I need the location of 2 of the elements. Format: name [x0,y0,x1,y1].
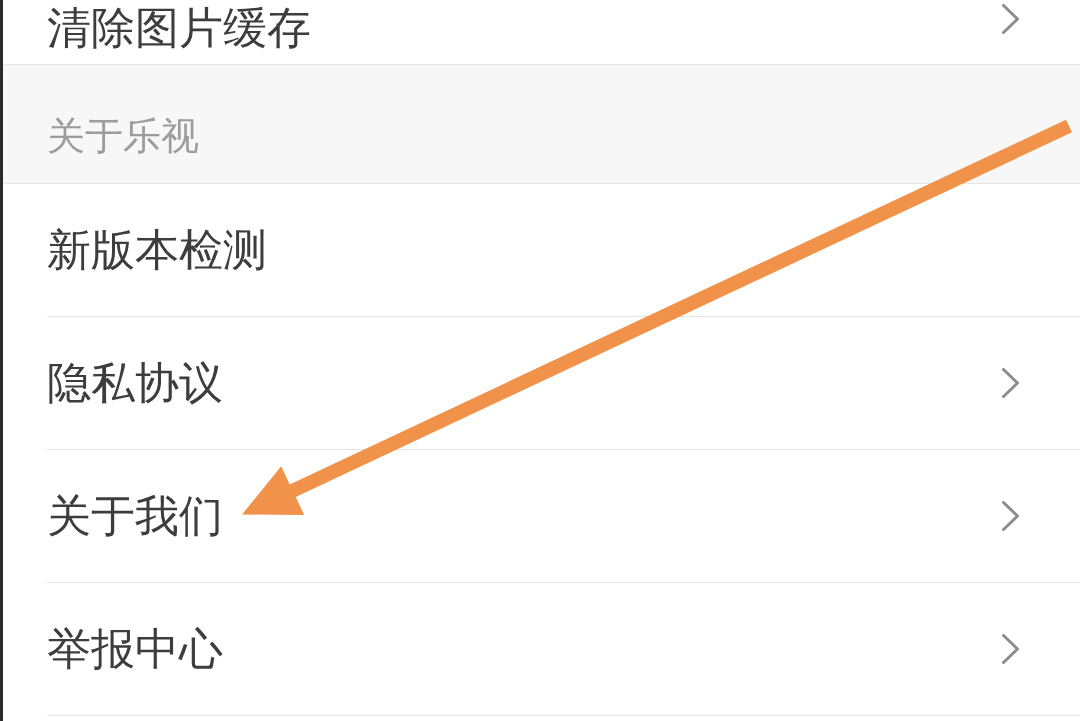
settings-item[interactable]: 举报中心 [47,583,1080,716]
section-header: 关于乐视 [3,65,1080,184]
